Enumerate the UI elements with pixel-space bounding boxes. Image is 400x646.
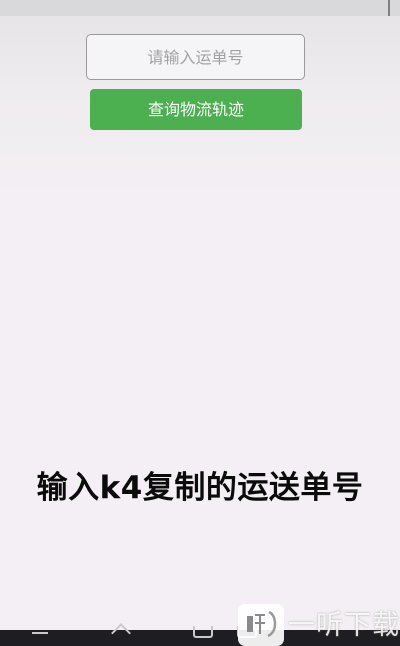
- recent-apps-icon[interactable]: [190, 626, 214, 646]
- query-tracking-button[interactable]: 查询物流轨迹: [90, 89, 302, 130]
- video-caption: 输入k4复制的运送单号: [36, 470, 364, 506]
- tracking-number-input[interactable]: [86, 34, 305, 80]
- app-screen: 查询物流轨迹 输入k4复制的运送单号 一听下载: [0, 0, 400, 646]
- navigation-bar: [0, 626, 400, 646]
- status-bar: [0, 0, 400, 16]
- scroll-indicator: [388, 0, 390, 16]
- menu-icon[interactable]: [28, 630, 52, 646]
- home-icon[interactable]: [110, 630, 134, 646]
- back-icon[interactable]: [234, 626, 258, 646]
